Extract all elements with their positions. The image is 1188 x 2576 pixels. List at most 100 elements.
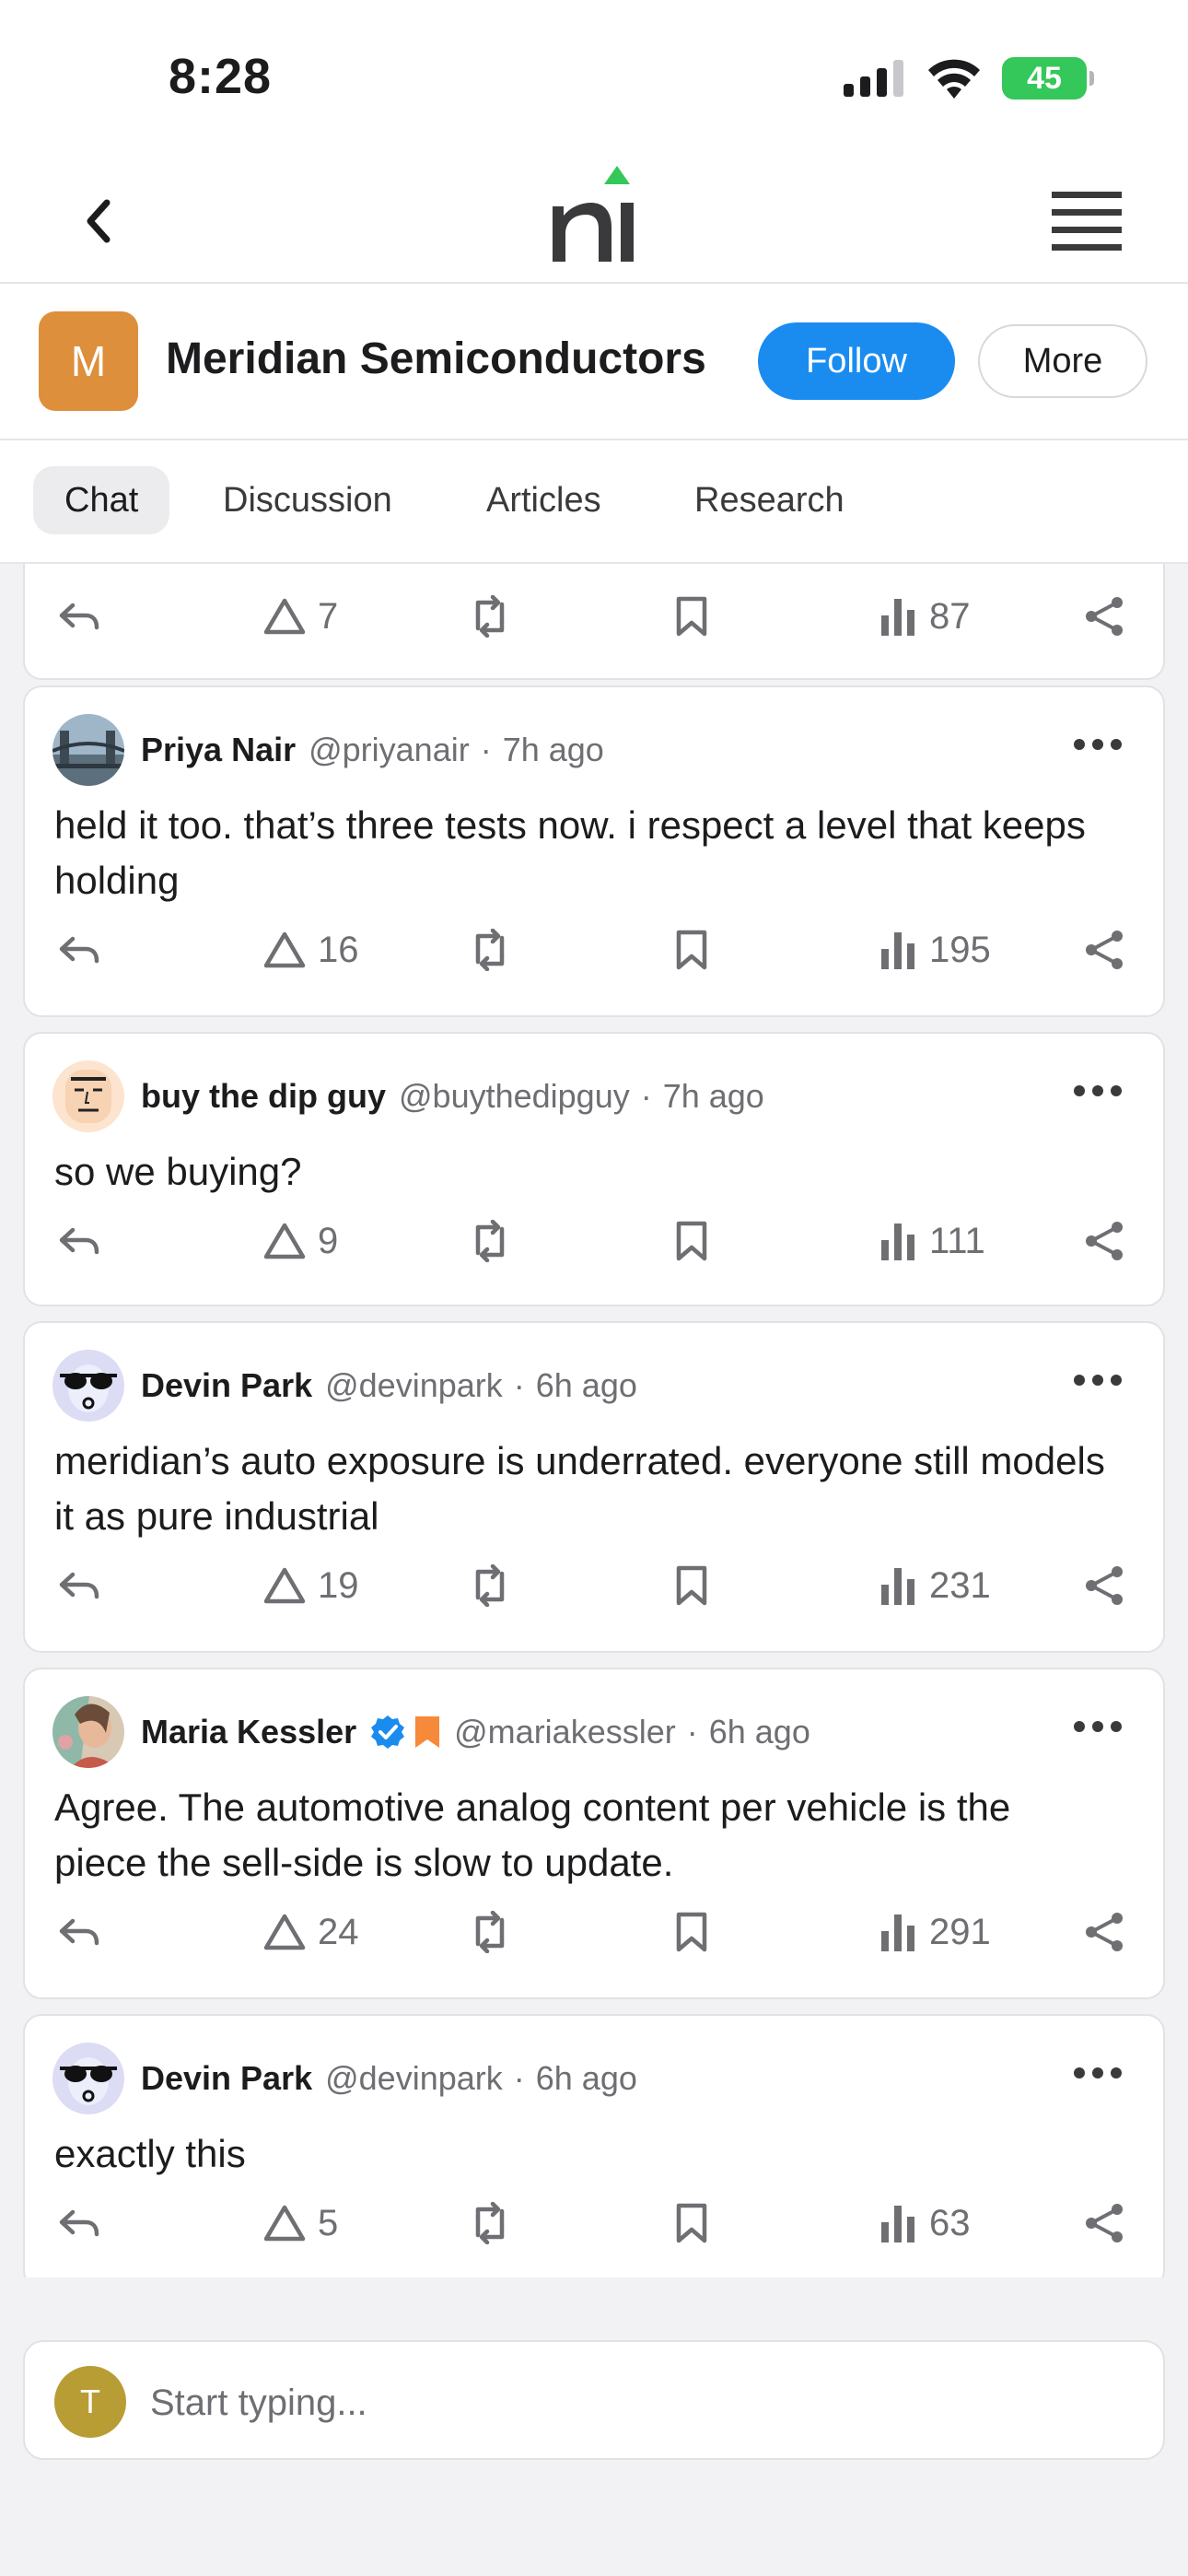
bookmark-icon — [676, 930, 707, 970]
author-name[interactable]: Devin Park — [141, 2059, 312, 2098]
author-name[interactable]: Priya Nair — [141, 731, 296, 769]
upvote-count: 7 — [318, 595, 339, 637]
repost-button[interactable] — [469, 1209, 511, 1273]
repost-button[interactable] — [469, 584, 511, 649]
ni-logo[interactable] — [543, 166, 645, 276]
separator-dot: · — [640, 1077, 652, 1115]
more-button[interactable]: More — [978, 324, 1147, 398]
views-stat: 231 — [879, 1553, 991, 1618]
repost-icon — [475, 1220, 505, 1262]
repost-button[interactable] — [469, 1553, 511, 1618]
bookmark-icon — [676, 2203, 707, 2243]
post-author: Devin Park @devinpark · 6h ago — [52, 1349, 637, 1423]
reply-button[interactable] — [58, 2191, 100, 2255]
tab-research[interactable]: Research — [663, 466, 876, 534]
painted-portrait-avatar[interactable] — [52, 1696, 124, 1768]
share-icon — [1086, 1566, 1123, 1605]
author-handle[interactable]: @devinpark — [325, 2059, 503, 2098]
post-card: Maria Kessler @mariakessler · 6h ago Agr… — [23, 1668, 1165, 1999]
views-count: 111 — [929, 1220, 985, 1261]
share-button[interactable] — [1084, 1209, 1126, 1273]
post-author: Priya Nair @priyanair · 7h ago — [52, 713, 604, 787]
post-author: buy the dip guy @buythedipguy · 7h ago — [52, 1060, 764, 1133]
share-button[interactable] — [1084, 1553, 1126, 1618]
tab-discussion[interactable]: Discussion — [192, 466, 424, 534]
bookmark-badge-icon — [415, 1716, 440, 1748]
post-actions: 9 111 — [25, 1209, 1167, 1273]
separator-dot: · — [686, 1713, 698, 1751]
separator-dot: · — [513, 1366, 525, 1404]
reply-button[interactable] — [58, 584, 100, 649]
bookmark-button[interactable] — [673, 1900, 710, 1964]
top-nav-bar — [0, 157, 1188, 284]
sunglasses-avatar[interactable] — [52, 2043, 124, 2114]
more-options-icon[interactable] — [1073, 2064, 1123, 2082]
tab-chat[interactable]: Chat — [33, 466, 170, 534]
author-handle[interactable]: @buythedipguy — [399, 1077, 630, 1116]
bookmark-button[interactable] — [673, 2191, 710, 2255]
author-name[interactable]: Devin Park — [141, 1366, 312, 1405]
more-options-icon[interactable] — [1073, 735, 1123, 754]
reply-button[interactable] — [58, 1553, 100, 1618]
message-input[interactable] — [150, 2370, 1126, 2436]
bookmark-button[interactable] — [673, 584, 710, 649]
bar-chart-icon — [881, 1224, 914, 1260]
upvote-button[interactable]: 5 — [262, 2191, 338, 2255]
repost-button[interactable] — [469, 2191, 511, 2255]
share-icon — [1086, 1913, 1123, 1951]
chat-feed[interactable]: 7 87 Priya Nair @priyanair · 7h ago held… — [0, 564, 1188, 2277]
bookmark-button[interactable] — [673, 1209, 710, 1273]
upvote-button[interactable]: 16 — [262, 918, 359, 982]
hamburger-menu-icon[interactable] — [1050, 188, 1124, 254]
message-composer: T — [23, 2340, 1165, 2460]
author-handle[interactable]: @devinpark — [325, 1366, 503, 1405]
more-options-icon[interactable] — [1073, 1717, 1123, 1736]
views-count: 87 — [929, 595, 971, 637]
reply-button[interactable] — [58, 918, 100, 982]
status-icons: 45 — [844, 57, 1094, 100]
post-text: Agree. The automotive analog content per… — [54, 1786, 1011, 1884]
more-options-icon[interactable] — [1073, 1371, 1123, 1389]
share-button[interactable] — [1084, 1900, 1126, 1964]
share-button[interactable] — [1084, 918, 1126, 982]
views-stat: 63 — [879, 2191, 971, 2255]
author-name[interactable]: buy the dip guy — [141, 1077, 386, 1116]
repost-icon — [475, 595, 505, 638]
upvote-button[interactable]: 9 — [262, 1209, 338, 1273]
post-time: 6h ago — [535, 1366, 637, 1404]
sunglasses-avatar[interactable] — [52, 1350, 124, 1422]
upvote-button[interactable]: 7 — [262, 584, 338, 649]
post-card: Devin Park @devinpark · 6h ago meridian’… — [23, 1321, 1165, 1653]
share-button[interactable] — [1084, 2191, 1126, 2255]
follow-button[interactable]: Follow — [758, 322, 955, 400]
bookmark-button[interactable] — [673, 1553, 710, 1618]
reply-icon — [59, 1227, 99, 1255]
author-handle[interactable]: @priyanair — [309, 731, 470, 769]
post-text: held it too. that’s three tests now. i r… — [54, 803, 1086, 902]
back-chevron-icon[interactable] — [74, 193, 129, 249]
reply-button[interactable] — [58, 1900, 100, 1964]
reply-icon — [59, 2209, 99, 2237]
upvote-triangle-icon — [263, 1223, 306, 1259]
share-button[interactable] — [1084, 584, 1126, 649]
bookmark-button[interactable] — [673, 918, 710, 982]
upvote-button[interactable]: 19 — [262, 1553, 359, 1618]
views-stat: 195 — [879, 918, 991, 982]
upvote-button[interactable]: 24 — [262, 1900, 359, 1964]
reply-icon — [59, 936, 99, 964]
repost-button[interactable] — [469, 1900, 511, 1964]
author-handle[interactable]: @mariakessler — [454, 1713, 676, 1751]
repost-icon — [475, 929, 505, 971]
bar-chart-icon — [881, 1568, 914, 1605]
cartoon-face-avatar[interactable] — [52, 1060, 124, 1132]
upvote-count: 24 — [318, 1911, 359, 1952]
bridge-photo-avatar[interactable] — [52, 714, 124, 786]
more-options-icon[interactable] — [1073, 1082, 1123, 1100]
repost-icon — [475, 2202, 505, 2244]
author-name[interactable]: Maria Kessler — [141, 1713, 356, 1751]
reply-button[interactable] — [58, 1209, 100, 1273]
author-badges — [369, 1714, 441, 1751]
tab-articles[interactable]: Articles — [455, 466, 633, 534]
repost-button[interactable] — [469, 918, 511, 982]
upvote-triangle-icon — [263, 2205, 306, 2242]
